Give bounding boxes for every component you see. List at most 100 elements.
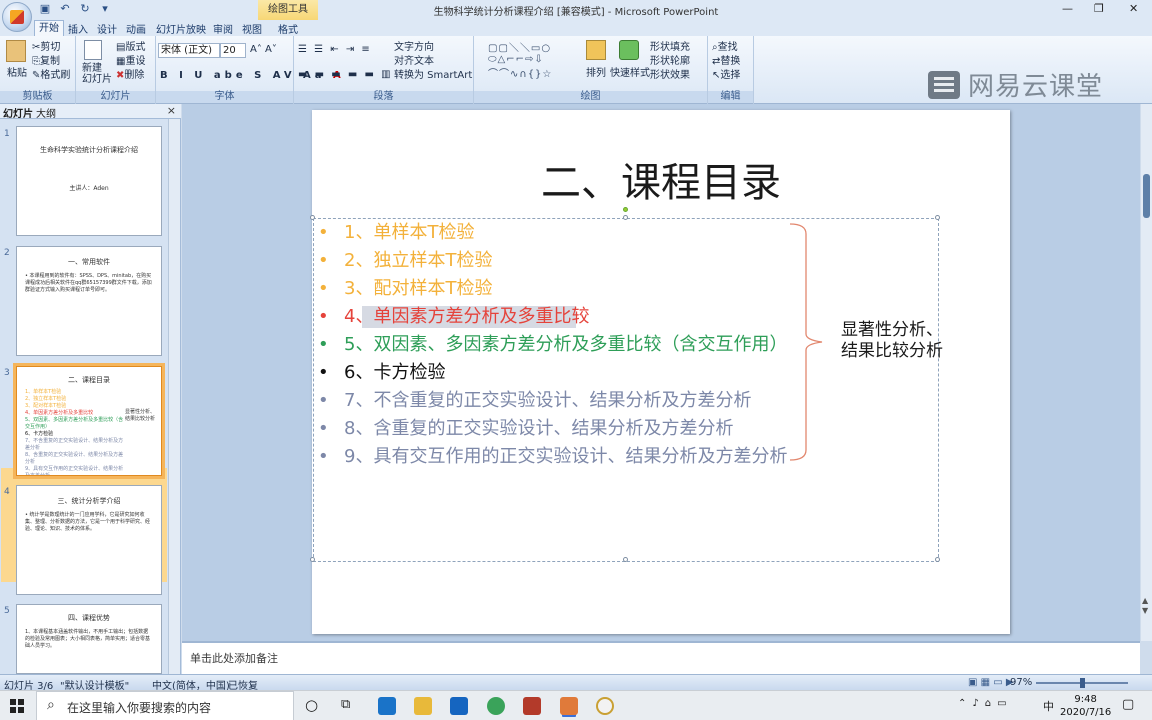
slide-title[interactable]: 二、课程目录 (312, 150, 1010, 208)
windows-start-icon[interactable] (10, 699, 24, 713)
shape-effects-button[interactable]: 形状效果 (650, 66, 690, 81)
window-title: 生物科学统计分析课程介绍 [兼容模式] - Microsoft PowerPoi… (433, 7, 719, 18)
align-text-button[interactable]: 对齐文本 (394, 52, 434, 67)
thumb-item: 4、单因素方差分析及多重比较 (25, 410, 94, 416)
tab-home[interactable]: 开始 (34, 20, 64, 36)
brand-watermark: 网易云课堂 (928, 66, 1103, 103)
taskbar-search[interactable]: ⌕ 在这里输入你要搜索的内容 (36, 691, 294, 720)
scroll-arrows-icon[interactable]: ▲ ▼ (1142, 596, 1148, 616)
edge-icon[interactable] (378, 697, 396, 715)
paste-button[interactable]: 粘贴 (7, 64, 27, 79)
arrange-icon[interactable] (586, 40, 606, 60)
side-note-text[interactable]: 显著性分析、结果比较分析 (841, 320, 951, 362)
quick-styles-icon[interactable] (619, 40, 639, 60)
minimize-button[interactable]: — (1062, 2, 1073, 15)
slide-thumbnail-1[interactable]: 生命科学实验统计分析课程介绍 主讲人：Aden (16, 126, 162, 236)
shape-outline-button[interactable]: 形状轮廓 (650, 52, 690, 67)
slide-thumbnail-5[interactable]: 四、课程优势 1、本课程基本涵盖软件输出，不用手工输出；包括数据的检验及常用图表… (16, 604, 162, 674)
browser-icon[interactable] (596, 697, 614, 715)
paste-icon[interactable] (6, 40, 26, 62)
resize-handle[interactable] (310, 215, 315, 220)
align-buttons[interactable]: ▬ ▬ ▬ ▬ ▬ ▥ (298, 69, 393, 80)
shape-fill-button[interactable]: 形状填充 (650, 38, 690, 53)
clock-time: 9:48 (1074, 694, 1097, 705)
select-label: 选择 (720, 70, 741, 81)
select-button[interactable]: ↖选择 (712, 66, 740, 81)
resize-handle[interactable] (623, 557, 628, 562)
new-slide-icon[interactable] (84, 40, 102, 60)
tab-slides-pane[interactable]: 幻灯片 (3, 105, 33, 120)
tab-design[interactable]: 设计 (97, 21, 117, 36)
format-painter-button[interactable]: ✎格式刷 (32, 66, 70, 81)
text-direction-button[interactable]: 文字方向 (394, 38, 434, 53)
thumb-number: 4 (4, 487, 10, 497)
font-size-combo[interactable]: 20 (220, 43, 246, 58)
tab-view[interactable]: 视图 (242, 21, 262, 36)
group-slides: 新建 幻灯片 ▤版式 ▦重设 ✖删除 幻灯片 (76, 36, 156, 104)
tab-animation[interactable]: 动画 (126, 21, 146, 36)
copy-button[interactable]: ⎘复制 (32, 52, 60, 67)
arrange-button[interactable]: 排列 (586, 64, 606, 79)
current-slide: 二、课程目录 • 1、单样本T检验 • 2、独立样本T检验 • 3、配对样本T检验 •… (310, 110, 1010, 634)
rotate-handle[interactable] (623, 207, 628, 212)
file-explorer-icon[interactable] (414, 697, 432, 715)
zoom-thumb[interactable] (1080, 678, 1085, 688)
quick-styles-button[interactable]: 快速样式 (610, 64, 650, 79)
smartart-button[interactable]: 转换为 SmartArt (394, 66, 472, 81)
reset-button[interactable]: ▦重设 (116, 52, 145, 67)
office-button[interactable] (2, 2, 32, 32)
tab-slideshow[interactable]: 幻灯片放映 (156, 21, 206, 36)
delete-label: 删除 (124, 70, 145, 81)
zoom-level[interactable]: 97% (1010, 677, 1032, 688)
app-icon[interactable] (523, 697, 541, 715)
list-bullet: • (318, 278, 329, 299)
tab-outline-pane[interactable]: 大纲 (36, 105, 56, 120)
task-view-icon[interactable]: ⧉ (341, 697, 350, 712)
ie-icon[interactable] (487, 697, 505, 715)
paragraph-group-label: 段落 (294, 91, 473, 103)
canvas-scrollbar[interactable]: ▲ ▼ (1141, 104, 1152, 641)
mail-icon[interactable] (450, 697, 468, 715)
find-button[interactable]: ⌕查找 (712, 38, 738, 53)
replace-button[interactable]: ⇄替换 (712, 52, 740, 67)
thumb-number: 3 (4, 368, 10, 378)
resize-handle[interactable] (935, 215, 940, 220)
pane-close-icon[interactable]: × (167, 104, 176, 117)
close-button[interactable]: ✕ (1129, 2, 1138, 15)
view-buttons[interactable]: ▣ ▦ ▭ ▶ (968, 677, 1014, 688)
slide-thumbnail-2[interactable]: 一、常用软件 • 本课程用到的软件有：SPSS、DPS、minitab，在购买课… (16, 246, 162, 356)
resize-handle[interactable] (935, 557, 940, 562)
list-item-text: 6、卡方检验 (344, 362, 446, 383)
powerpoint-icon[interactable] (560, 697, 578, 715)
resize-handle[interactable] (310, 557, 315, 562)
notification-icon[interactable]: ▢ (1122, 697, 1134, 712)
tab-insert[interactable]: 插入 (68, 21, 88, 36)
grow-font-icon[interactable]: A˄ A˅ (250, 44, 277, 55)
shapes-gallery[interactable]: ▢▢＼＼▭○ ⬭△⌐⌐⇨⇩ ⌒⌒∿∩{}☆ (488, 39, 552, 80)
slide-thumbnail-3[interactable]: 二、课程目录 1、单样本T检验 2、独立样本T检验 3、配对样本T检验 4、单因… (13, 363, 165, 479)
clock-date: 2020/7/16 (1060, 707, 1112, 718)
tab-format[interactable]: 格式 (278, 21, 298, 36)
pane-scrollbar[interactable] (168, 119, 180, 674)
new-slide-button[interactable]: 新建 幻灯片 (82, 63, 112, 85)
thumb-item: 3、配对样本T检验 (25, 403, 67, 409)
tab-review[interactable]: 审阅 (213, 21, 233, 36)
slide-thumbnail-4[interactable]: 三、统计分析学介绍 • 统计学是数理统计的一门应用学科，它是研究如何收集、整理、… (16, 485, 162, 595)
layout-button[interactable]: ▤版式 (116, 38, 145, 53)
list-buttons[interactable]: ☰ ☰ ⇤ ⇥ ≡ (298, 44, 372, 55)
list-bullet: • (318, 390, 329, 411)
font-name-combo[interactable]: 宋体 (正文) (158, 43, 220, 58)
font-group-label: 字体 (156, 91, 293, 103)
restore-button[interactable]: ❐ (1094, 2, 1104, 15)
ime-indicator[interactable]: 中 (1043, 698, 1054, 714)
pane-tabs: 幻灯片 大纲 × (0, 104, 181, 120)
tray-icons[interactable]: ⌃♪⌂▭ (958, 698, 1013, 709)
cortana-icon[interactable]: ○ (305, 696, 318, 714)
resize-handle[interactable] (623, 215, 628, 220)
clock[interactable]: 9:48 2020/7/16 (1060, 693, 1111, 719)
scroll-thumb[interactable] (1143, 174, 1150, 218)
delete-button[interactable]: ✖删除 (116, 66, 144, 81)
notes-pane[interactable]: 单击此处添加备注 (182, 641, 1140, 674)
list-bullet: • (318, 306, 329, 327)
cut-button[interactable]: ✂剪切 (32, 38, 60, 53)
